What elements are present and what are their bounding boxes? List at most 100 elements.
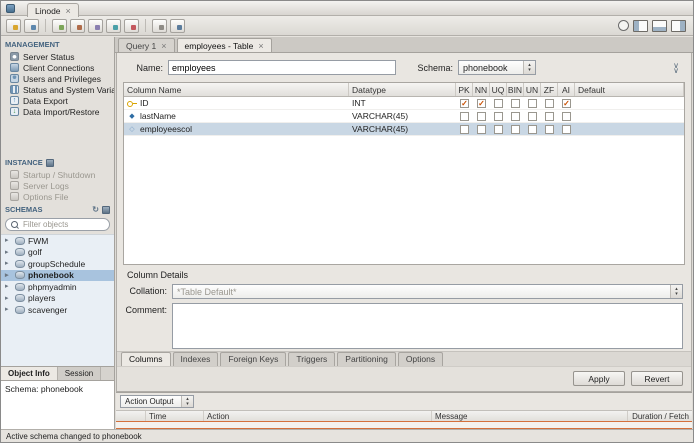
create-schema-icon[interactable] bbox=[52, 18, 67, 33]
uq-checkbox[interactable] bbox=[494, 124, 503, 134]
header-zf[interactable]: ZF bbox=[541, 83, 558, 96]
uq-checkbox[interactable] bbox=[494, 111, 503, 121]
sidebar-item-client-connections[interactable]: Client Connections bbox=[1, 62, 114, 73]
uq-checkbox[interactable] bbox=[494, 98, 503, 108]
close-tab-icon[interactable] bbox=[66, 6, 71, 16]
expand-arrow-icon[interactable] bbox=[5, 270, 12, 281]
table-row-employeescol[interactable]: employeescol VARCHAR(45) bbox=[124, 123, 684, 136]
column-default[interactable] bbox=[575, 123, 684, 135]
tab-columns[interactable]: Columns bbox=[121, 352, 171, 366]
tab-query-1[interactable]: Query 1 bbox=[118, 38, 175, 52]
output-action-column[interactable]: Action bbox=[204, 411, 432, 421]
pk-checkbox[interactable] bbox=[460, 124, 469, 134]
sidebar-item-server-logs[interactable]: Server Logs bbox=[1, 180, 114, 191]
bin-checkbox[interactable] bbox=[511, 111, 520, 121]
header-column-name[interactable]: Column Name bbox=[124, 83, 349, 96]
header-pk[interactable]: PK bbox=[456, 83, 473, 96]
create-procedure-icon[interactable] bbox=[106, 18, 121, 33]
ai-checkbox[interactable]: ✓ bbox=[562, 98, 571, 108]
schema-item-golf[interactable]: golf bbox=[1, 247, 114, 259]
nn-checkbox[interactable] bbox=[477, 111, 486, 121]
un-checkbox[interactable] bbox=[528, 98, 537, 108]
collation-select[interactable]: *Table Default* ▴ ▾ bbox=[172, 284, 683, 299]
tab-object-info[interactable]: Object Info bbox=[1, 367, 58, 380]
close-tab-icon[interactable] bbox=[258, 41, 263, 51]
sidebar-item-server-status[interactable]: Server Status bbox=[1, 51, 114, 62]
sidebar-item-users-privileges[interactable]: Users and Privileges bbox=[1, 73, 114, 84]
create-table-icon[interactable] bbox=[70, 18, 85, 33]
reconnect-icon[interactable] bbox=[170, 18, 185, 33]
header-bin[interactable]: BIN bbox=[507, 83, 524, 96]
output-time-column[interactable]: Time bbox=[146, 411, 204, 421]
schema-item-players[interactable]: players bbox=[1, 293, 114, 305]
tab-session[interactable]: Session bbox=[57, 367, 102, 380]
comment-textarea[interactable] bbox=[172, 303, 683, 349]
table-row-id[interactable]: ID INT ✓ ✓ ✓ bbox=[124, 97, 684, 110]
header-nn[interactable]: NN bbox=[473, 83, 490, 96]
pk-checkbox[interactable] bbox=[460, 111, 469, 121]
header-uq[interactable]: UQ bbox=[490, 83, 507, 96]
sidebar-item-startup-shutdown[interactable]: Startup / Shutdown bbox=[1, 169, 114, 180]
tab-indexes[interactable]: Indexes bbox=[172, 352, 219, 366]
stepper-arrows-icon[interactable]: ▴ ▾ bbox=[670, 285, 682, 298]
status-circle-icon[interactable] bbox=[618, 20, 629, 31]
close-tab-icon[interactable] bbox=[161, 41, 166, 51]
stepper-arrows-icon[interactable]: ▴ ▾ bbox=[181, 396, 193, 407]
schema-select[interactable]: phonebook ▴ ▾ bbox=[458, 60, 536, 75]
sidebar-item-status-system-variables[interactable]: Status and System Variable bbox=[1, 84, 114, 95]
ai-checkbox[interactable] bbox=[562, 124, 571, 134]
zf-checkbox[interactable] bbox=[545, 124, 554, 134]
nn-checkbox[interactable]: ✓ bbox=[477, 98, 486, 108]
tab-triggers[interactable]: Triggers bbox=[288, 352, 336, 366]
output-status-column[interactable] bbox=[116, 411, 146, 421]
refresh-schemas-icon[interactable] bbox=[92, 205, 99, 214]
table-name-input[interactable] bbox=[168, 60, 396, 75]
header-un[interactable]: UN bbox=[524, 83, 541, 96]
tab-foreign-keys[interactable]: Foreign Keys bbox=[220, 352, 287, 366]
expand-arrow-icon[interactable] bbox=[5, 258, 12, 269]
zf-checkbox[interactable] bbox=[545, 111, 554, 121]
toggle-right-panel-icon[interactable] bbox=[671, 19, 686, 32]
schema-item-groupschedule[interactable]: groupSchedule bbox=[1, 258, 114, 270]
apply-button[interactable]: Apply bbox=[573, 371, 625, 386]
tab-options[interactable]: Options bbox=[397, 352, 444, 366]
sidebar-item-data-export[interactable]: Data Export bbox=[1, 95, 114, 106]
output-message-column[interactable]: Message bbox=[432, 411, 628, 421]
nn-checkbox[interactable] bbox=[477, 124, 486, 134]
header-datatype[interactable]: Datatype bbox=[349, 83, 456, 96]
expand-arrow-icon[interactable] bbox=[5, 247, 12, 258]
output-type-select[interactable]: Action Output ▴ ▾ bbox=[120, 395, 194, 408]
revert-button[interactable]: Revert bbox=[631, 371, 683, 386]
header-ai[interactable]: AI bbox=[558, 83, 575, 96]
expand-arrow-icon[interactable] bbox=[5, 293, 12, 304]
expand-arrow-icon[interactable] bbox=[5, 304, 12, 315]
new-query-icon[interactable] bbox=[6, 18, 21, 33]
ai-checkbox[interactable] bbox=[562, 111, 571, 121]
schema-item-phonebook[interactable]: phonebook bbox=[1, 269, 114, 281]
table-row-lastname[interactable]: lastName VARCHAR(45) bbox=[124, 110, 684, 123]
search-icon[interactable] bbox=[152, 18, 167, 33]
schema-item-scavenger[interactable]: scavenger bbox=[1, 304, 114, 316]
pk-checkbox[interactable]: ✓ bbox=[460, 98, 469, 108]
expand-arrow-icon[interactable] bbox=[5, 281, 12, 292]
collapse-header-icon[interactable]: ∨ ∨ bbox=[669, 61, 683, 74]
toggle-bottom-panel-icon[interactable] bbox=[652, 19, 667, 32]
connection-tab[interactable]: Linode bbox=[27, 3, 79, 17]
un-checkbox[interactable] bbox=[528, 124, 537, 134]
tab-employees-table[interactable]: employees - Table bbox=[176, 38, 272, 52]
output-duration-column[interactable]: Duration / Fetch bbox=[628, 411, 692, 421]
un-checkbox[interactable] bbox=[528, 111, 537, 121]
stepper-arrows-icon[interactable]: ▴ ▾ bbox=[523, 61, 535, 74]
open-script-icon[interactable] bbox=[24, 18, 39, 33]
schema-filter-input[interactable] bbox=[23, 220, 104, 229]
create-view-icon[interactable] bbox=[88, 18, 103, 33]
bin-checkbox[interactable] bbox=[511, 124, 520, 134]
sidebar-item-data-import[interactable]: Data Import/Restore bbox=[1, 106, 114, 117]
schema-filter[interactable] bbox=[5, 218, 110, 231]
schemas-options-icon[interactable] bbox=[102, 205, 110, 214]
create-function-icon[interactable] bbox=[124, 18, 139, 33]
sidebar-item-options-file[interactable]: Options File bbox=[1, 191, 114, 202]
schema-item-fwm[interactable]: FWM bbox=[1, 235, 114, 247]
header-default[interactable]: Default bbox=[575, 83, 684, 96]
zf-checkbox[interactable] bbox=[545, 98, 554, 108]
